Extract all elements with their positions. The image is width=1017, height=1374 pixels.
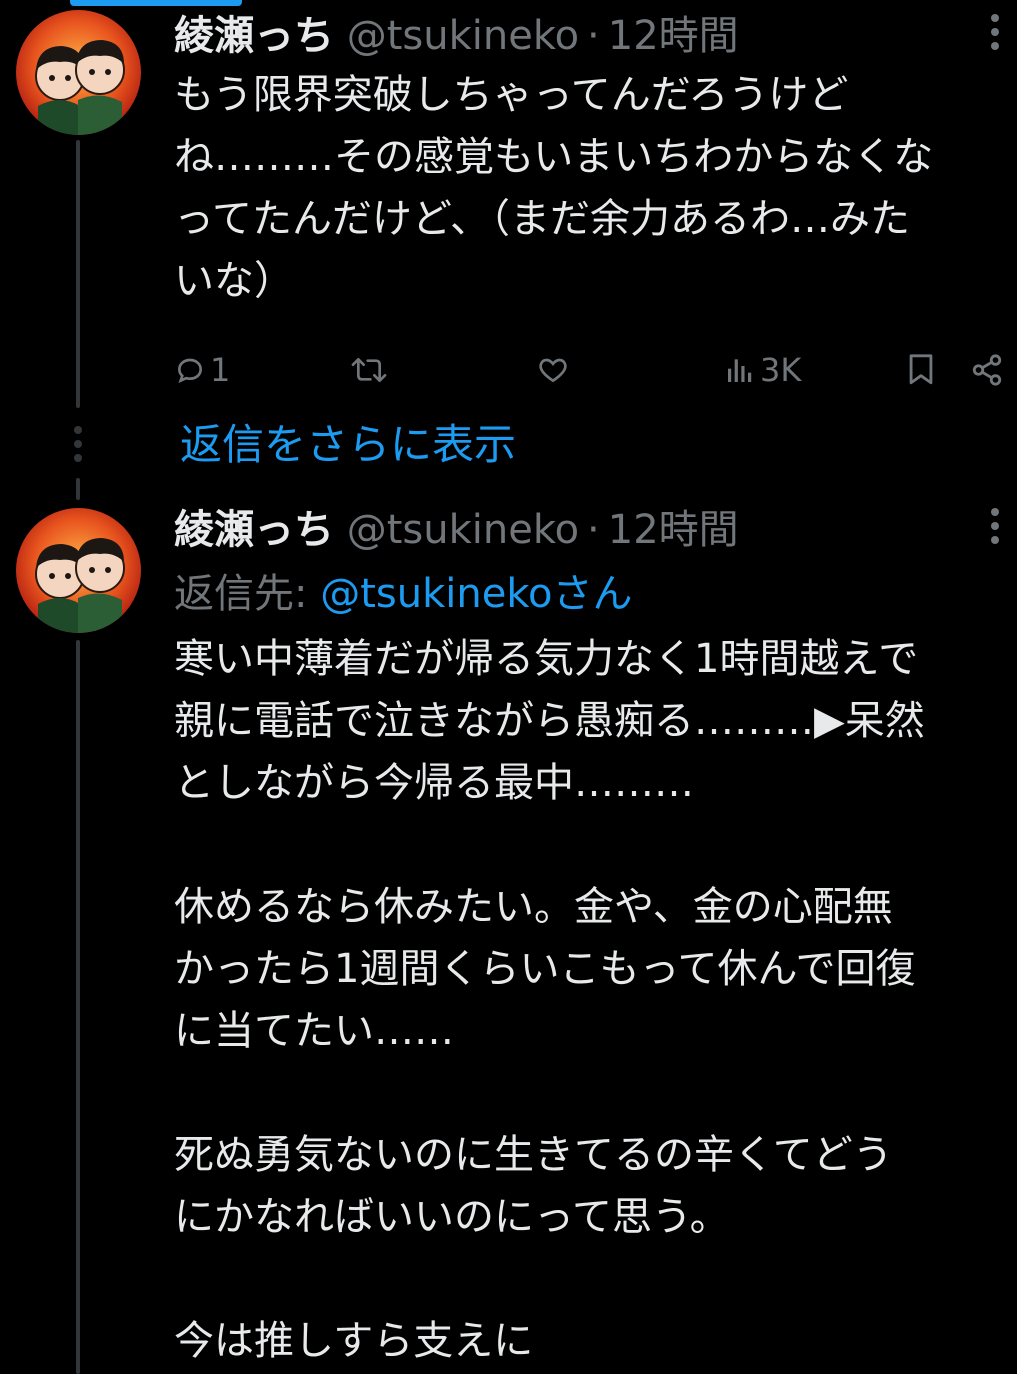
author-handle[interactable]: @tsukineko [347, 13, 579, 59]
thread-gap-dot [74, 426, 82, 434]
timestamp[interactable]: 12時間 [608, 13, 739, 59]
tweet-actions: 1 3K [174, 344, 1017, 396]
views-count: 3K [760, 351, 802, 389]
reply-count: 1 [210, 351, 231, 389]
avatar[interactable] [16, 508, 141, 633]
avatar[interactable] [16, 10, 141, 135]
timestamp[interactable]: 12時間 [608, 507, 739, 553]
retweet-icon [350, 354, 388, 386]
reply-to-line: 返信先: @tsukinekoさん [174, 564, 1017, 624]
thread-line [76, 478, 80, 500]
views-icon [724, 354, 756, 386]
tweet-header: 綾瀬っち @tsukineko · 12時間 [174, 8, 1017, 64]
show-more-replies-link[interactable]: 返信をさらに表示 [180, 415, 516, 475]
thread-line [76, 640, 80, 1374]
thread-gap-dot [74, 454, 82, 462]
author-name[interactable]: 綾瀬っち [174, 13, 334, 59]
author-name[interactable]: 綾瀬っち [174, 507, 334, 553]
share-icon [970, 353, 1004, 387]
thread-line [76, 140, 80, 408]
reply-button[interactable]: 1 [174, 344, 230, 396]
views-button[interactable]: 3K [724, 344, 801, 396]
reply-icon [174, 354, 206, 386]
retweet-button[interactable] [350, 344, 388, 396]
bookmark-icon [906, 353, 936, 387]
more-options-icon[interactable] [987, 14, 1003, 58]
reply-to-handle-link[interactable]: @tsukinekoさん [320, 571, 632, 617]
tweet-text: もう限界突破しちゃってんだろうけど ね………その感覚もいまいちわからなくな って… [174, 72, 934, 304]
more-options-icon[interactable] [987, 508, 1003, 552]
separator: · [587, 13, 600, 59]
share-button[interactable] [970, 344, 1004, 396]
tweet-text: 寒い中薄着だが帰る気力なく1時間越えで 親に電話で泣きながら愚痴る………▶呆然 … [174, 636, 925, 1364]
author-handle[interactable]: @tsukineko [347, 507, 579, 553]
tweet-header: 綾瀬っち @tsukineko · 12時間 [174, 502, 1017, 558]
like-button[interactable] [536, 344, 570, 396]
separator: · [587, 507, 600, 553]
heart-icon [536, 354, 570, 386]
thread-gap-dot [74, 440, 82, 448]
tweet[interactable]: 綾瀬っち @tsukineko · 12時間 返信先: @tsukinekoさん 寒… [174, 502, 1017, 1372]
tweet[interactable]: 綾瀬っち @tsukineko · 12時間 もう限界突破しちゃってんだろうけど ね… [174, 8, 1017, 396]
reply-to-prefix: 返信先: [174, 571, 321, 617]
scroll-indicator [70, 0, 242, 6]
bookmark-button[interactable] [906, 344, 936, 396]
